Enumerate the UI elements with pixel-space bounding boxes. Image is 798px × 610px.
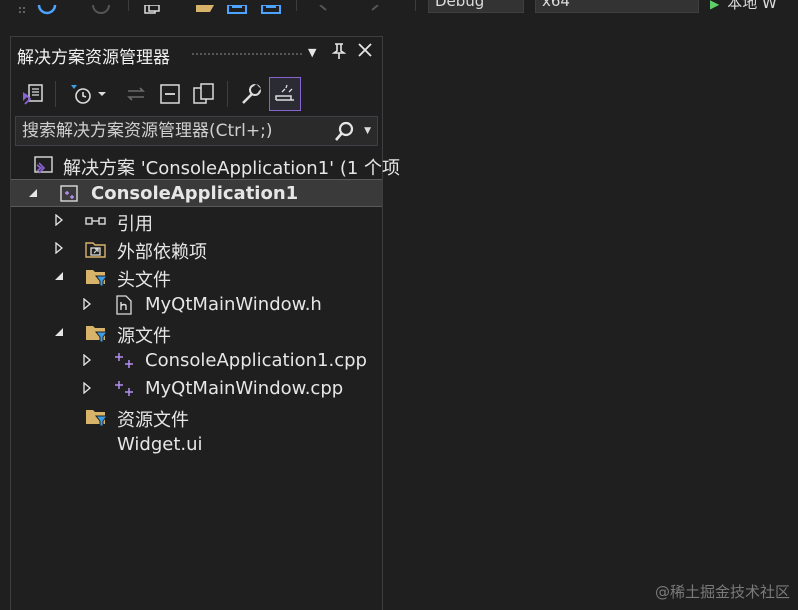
header-files-label: 头文件 [117,270,171,291]
window-position-dropdown-icon[interactable]: ▼ [308,46,316,59]
panel-title-bar: 解决方案资源管理器 ▼ [11,37,382,70]
title-grip [191,52,304,57]
search-icon[interactable] [333,121,355,147]
solution-label: 解决方案 'ConsoleApplication1' (1 个项 [63,158,401,179]
tree-item-source-file[interactable]: MyQtMainWindow.cpp [11,375,382,403]
header-file-icon [113,295,135,315]
tree-item-source-files[interactable]: 源文件 [11,319,382,347]
cpp-project-icon [59,184,81,204]
external-deps-label: 外部依赖项 [117,242,207,263]
expanded-arrow-icon[interactable] [27,186,39,200]
pending-changes-filter-icon[interactable] [67,79,95,109]
filter-folder-icon [85,407,107,427]
header-file-label: MyQtMainWindow.h [145,294,322,315]
preview-selected-items-icon[interactable] [269,77,301,111]
collapsed-arrow-icon[interactable] [53,241,65,255]
source-file-label: ConsoleApplication1.cpp [145,350,367,371]
tree-item-header-files[interactable]: 头文件 [11,263,382,291]
grip-icon [18,0,26,13]
tree-item-source-file[interactable]: ConsoleApplication1.cpp [11,347,382,375]
redo-icon[interactable] [366,0,380,11]
source-file-label: MyQtMainWindow.cpp [145,378,344,399]
references-label: 引用 [117,214,153,235]
save-icon[interactable] [227,0,247,14]
expanded-arrow-icon[interactable] [53,325,65,339]
close-icon[interactable] [357,42,373,62]
search-options-dropdown-icon[interactable]: ▼ [364,126,371,136]
forward-circle-icon[interactable] [90,0,112,14]
platform-dropdown[interactable]: x64 [535,0,699,13]
filter-folder-icon [85,267,107,287]
expanded-arrow-icon[interactable] [53,269,65,283]
configuration-dropdown[interactable]: Debug [428,0,524,13]
tree-item-resource-files[interactable]: 资源文件 [11,403,382,431]
save-all-icon[interactable] [261,0,283,14]
tree-item-solution[interactable]: 解决方案 'ConsoleApplication1' (1 个项 [11,151,400,179]
collapse-all-icon[interactable] [156,79,184,109]
tree-item-project[interactable]: ConsoleApplication1 [11,179,382,207]
panel-title: 解决方案资源管理器 [17,48,170,68]
collapsed-arrow-icon[interactable] [53,213,65,227]
references-icon [85,211,107,231]
back-circle-icon[interactable] [36,0,58,15]
new-project-icon[interactable] [143,0,161,14]
filter-dropdown-icon[interactable] [95,79,109,109]
external-deps-folder-icon [85,239,107,259]
main-toolbar: Debug x64 ▶ 本地 W [0,0,798,15]
pin-icon[interactable] [331,42,347,64]
tree-item-header-file[interactable]: MyQtMainWindow.h [11,291,382,319]
undo-icon[interactable] [318,0,332,11]
run-label: 本地 W [727,0,777,12]
filter-folder-icon [85,323,107,343]
collapsed-arrow-icon[interactable] [81,353,93,367]
cpp-file-icon [113,351,135,371]
search-input[interactable] [16,117,332,145]
sync-active-document-icon[interactable] [122,79,150,109]
open-folder-icon[interactable] [195,0,215,12]
solution-icon [33,155,55,175]
tree-item-widget-ui[interactable]: Widget.ui [11,431,382,459]
panel-toolbar [11,75,382,115]
solution-explorer-panel: 解决方案资源管理器 ▼ 搜索解决方案资源管理器(Ctrl+;) ▼ 解决方案 '… [10,36,400,610]
switch-views-icon[interactable] [19,79,47,109]
cpp-file-icon [113,379,135,399]
show-all-files-icon[interactable] [190,79,218,109]
properties-wrench-icon[interactable] [237,79,265,109]
collapsed-arrow-icon[interactable] [81,297,93,311]
resource-files-label: 资源文件 [117,410,189,431]
configuration-value: Debug [435,0,485,10]
tree-item-external-deps[interactable]: 外部依赖项 [11,235,382,263]
tree-item-references[interactable]: 引用 [11,207,382,235]
widget-ui-label: Widget.ui [117,434,203,455]
source-files-label: 源文件 [117,326,171,347]
collapsed-arrow-icon[interactable] [81,381,93,395]
play-icon: ▶ [710,0,720,11]
watermark: @稀土掘金技术社区 [654,583,790,601]
project-label: ConsoleApplication1 [91,183,299,204]
platform-value: x64 [542,0,570,10]
run-button[interactable]: ▶ 本地 W [710,0,777,13]
search-box[interactable]: ▼ [15,116,378,146]
